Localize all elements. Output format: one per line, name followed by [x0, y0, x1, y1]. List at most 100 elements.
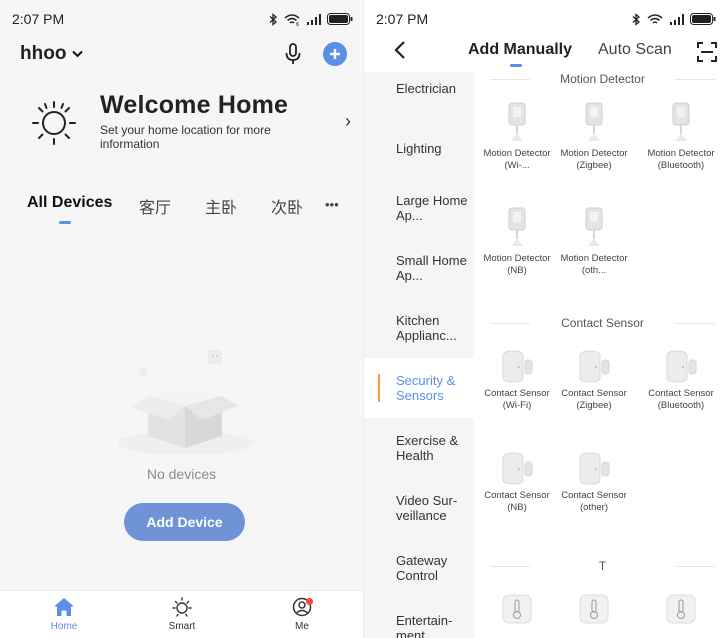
- device-label: Contact Sensor (NB): [484, 490, 550, 513]
- contact-sensor-icon: [502, 350, 533, 383]
- bluetooth-icon: [632, 12, 640, 26]
- motion-sensor-icon: [508, 102, 526, 141]
- tab-indicator: [510, 64, 522, 67]
- t-device-tile[interactable]: [641, 594, 721, 628]
- signal-icon: [307, 14, 321, 25]
- signal-icon: [670, 14, 684, 25]
- category-item[interactable]: Video Sur-veillance: [364, 478, 474, 538]
- tab-all-devices[interactable]: All Devices: [27, 194, 112, 212]
- category-item[interactable]: Electrician: [364, 58, 474, 118]
- device-label: Motion Detector (Wi-...: [483, 148, 551, 171]
- sun-icon: [172, 597, 192, 617]
- welcome-title: Welcome Home: [100, 91, 289, 119]
- category-list: Electrician Lighting Large Home Ap... Small…: [364, 72, 474, 638]
- device-panel: Motion Detector Contact Sensor T Motion …: [474, 72, 726, 638]
- device-label: Motion Detector (NB): [483, 253, 551, 276]
- motion-sensor-icon: [672, 102, 690, 141]
- motion-device-tile[interactable]: Motion Detector (Zigbee): [554, 102, 634, 171]
- tab-room[interactable]: 主卧: [205, 194, 237, 218]
- category-label: Large Home Ap...: [396, 193, 468, 223]
- wifi-icon: 6: [284, 13, 300, 26]
- category-item[interactable]: Small Home Ap...: [364, 238, 474, 298]
- status-time: 2:07 PM: [376, 11, 429, 27]
- category-item[interactable]: Entertain-ment: [364, 598, 474, 638]
- category-label: Security & Sensors: [396, 373, 456, 403]
- contact-device-tile[interactable]: Contact Sensor (Zigbee): [554, 348, 634, 411]
- thermometer-icon: [579, 594, 609, 624]
- section-title-motion: Motion Detector: [490, 72, 715, 86]
- category-item[interactable]: Security & Sensors: [364, 358, 474, 418]
- category-item[interactable]: Large Home Ap...: [364, 178, 474, 238]
- section-title-t: T: [490, 559, 715, 573]
- thermometer-icon: [666, 594, 696, 624]
- svg-text:6: 6: [296, 22, 299, 26]
- category-item[interactable]: Exercise & Health: [364, 418, 474, 478]
- category-label: Small Home Ap...: [396, 253, 467, 283]
- contact-sensor-icon: [579, 350, 610, 383]
- chevron-right-icon: ›: [345, 110, 351, 131]
- welcome-card[interactable]: Welcome Home Set your home location for …: [24, 86, 351, 156]
- status-bar: 2:07 PM 6: [0, 0, 363, 38]
- device-label: Motion Detector (oth...: [560, 253, 628, 276]
- motion-device-tile[interactable]: Motion Detector (Bluetooth): [641, 102, 721, 171]
- motion-sensor-icon: [585, 207, 603, 246]
- home-name: hhoo: [20, 43, 67, 64]
- category-label: Kitchen Applianc...: [396, 313, 457, 343]
- device-label: Motion Detector (Zigbee): [560, 148, 628, 171]
- home-icon: [54, 598, 74, 616]
- tab-auto-scan[interactable]: Auto Scan: [598, 41, 672, 59]
- category-label: Video Sur-veillance: [396, 493, 458, 523]
- battery-icon: [690, 13, 716, 25]
- motion-sensor-icon: [508, 207, 526, 246]
- category-label: Lighting: [396, 140, 442, 156]
- add-device-button[interactable]: Add Device: [124, 503, 245, 541]
- device-label: Contact Sensor (Bluetooth): [648, 388, 714, 411]
- contact-device-tile[interactable]: Contact Sensor (Wi-Fi): [477, 348, 557, 411]
- tab-room[interactable]: 客厅: [139, 194, 171, 218]
- motion-device-tile[interactable]: Motion Detector (NB): [477, 207, 557, 276]
- status-time: 2:07 PM: [12, 11, 65, 27]
- category-label: Entertain-ment: [396, 613, 453, 638]
- contact-device-tile[interactable]: Contact Sensor (NB): [477, 450, 557, 513]
- more-tabs-button[interactable]: •••: [325, 197, 339, 212]
- contact-sensor-icon: [502, 452, 533, 485]
- device-label: Contact Sensor (Zigbee): [561, 388, 627, 411]
- room-tabs: All Devices 客厅 主卧 次卧 •••: [0, 188, 363, 228]
- category-item[interactable]: Kitchen Applianc...: [364, 298, 474, 358]
- device-label: Contact Sensor (Wi-Fi): [484, 388, 550, 411]
- category-label: Electrician: [396, 80, 456, 96]
- tab-room[interactable]: 次卧: [271, 194, 303, 218]
- contact-sensor-icon: [579, 452, 610, 485]
- add-button[interactable]: [323, 42, 347, 66]
- category-item[interactable]: Gateway Control: [364, 538, 474, 598]
- chevron-down-icon: [72, 50, 84, 58]
- section-title-contact: Contact Sensor: [490, 316, 715, 330]
- empty-box-illustration: [117, 350, 253, 455]
- nav-me[interactable]: Me: [272, 597, 332, 632]
- microphone-icon[interactable]: [285, 43, 301, 65]
- t-device-tile[interactable]: [477, 594, 557, 628]
- contact-device-tile[interactable]: Contact Sensor (Bluetooth): [641, 348, 721, 411]
- category-label: Gateway Control: [396, 553, 448, 583]
- category-item[interactable]: Lighting: [364, 118, 474, 178]
- motion-device-tile[interactable]: Motion Detector (oth...: [554, 207, 634, 276]
- nav-smart[interactable]: Smart: [152, 597, 212, 632]
- scan-icon[interactable]: [697, 42, 717, 62]
- wifi-icon: [647, 13, 663, 24]
- plus-icon: [330, 49, 340, 59]
- sun-icon: [32, 101, 76, 145]
- battery-icon: [327, 13, 353, 25]
- tab-add-manually[interactable]: Add Manually: [468, 41, 572, 59]
- add-device-screen: 2:07 PM Add Manually Auto Scan Electrici…: [363, 0, 726, 638]
- category-label: Exercise & Health: [396, 433, 459, 463]
- motion-device-tile[interactable]: Motion Detector (Wi-...: [477, 102, 557, 171]
- status-bar: 2:07 PM: [364, 0, 726, 38]
- home-selector[interactable]: hhoo: [20, 43, 84, 65]
- tab-indicator: [59, 221, 71, 224]
- notification-badge: [306, 598, 313, 605]
- contact-device-tile[interactable]: Contact Sensor (other): [554, 450, 634, 513]
- bluetooth-icon: [269, 12, 277, 26]
- device-label: Contact Sensor (other): [561, 490, 627, 513]
- t-device-tile[interactable]: [554, 594, 634, 628]
- nav-home[interactable]: Home: [34, 597, 94, 632]
